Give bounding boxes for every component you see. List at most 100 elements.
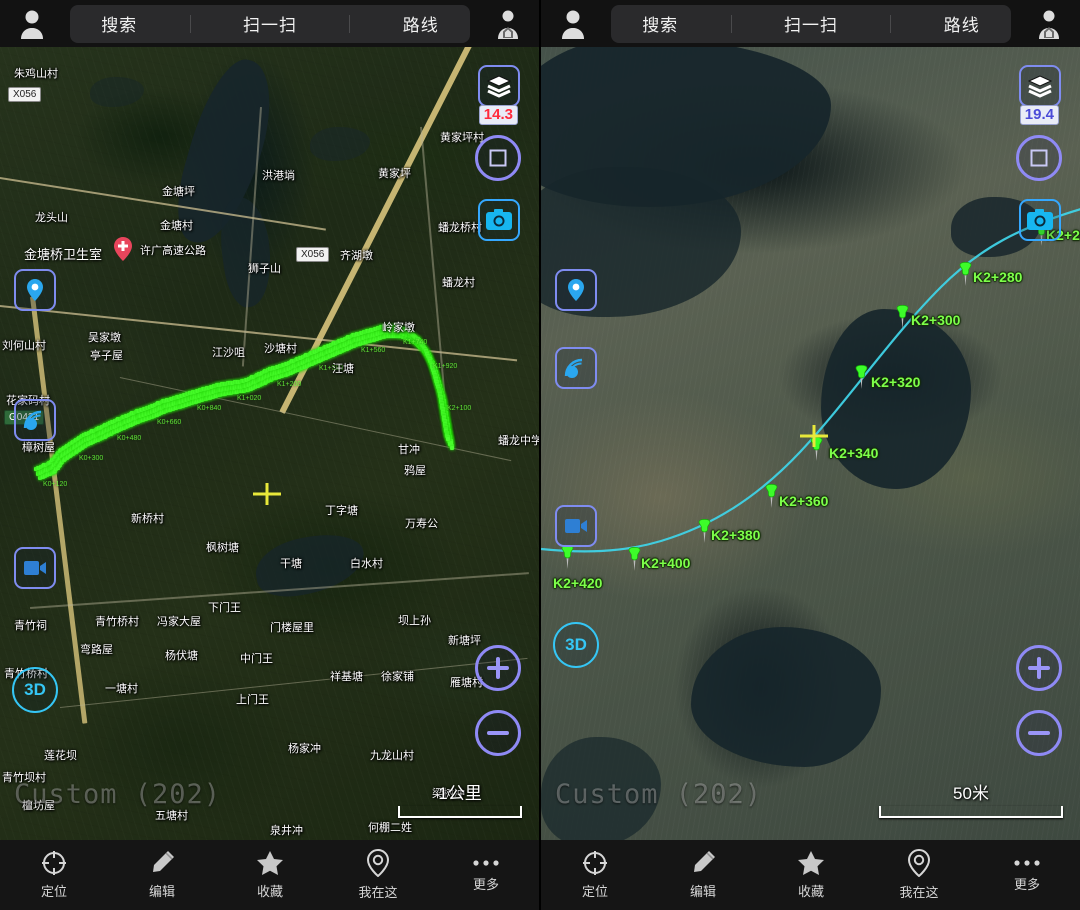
map-label: 沙塘村	[264, 343, 297, 355]
map-texture	[0, 47, 539, 840]
map-label: 青竹祠	[14, 620, 47, 632]
crosshair-icon	[583, 851, 607, 875]
app-root: 搜索 扫一扫 路线 K0+120 K0+300 K0+480 K0+660 K0…	[0, 0, 1080, 910]
bottom-item-more[interactable]: 更多	[432, 840, 539, 910]
scale-bar-line	[398, 806, 522, 818]
camera-icon[interactable]	[478, 199, 520, 241]
bottom-item-here[interactable]: 我在这	[324, 840, 432, 910]
map-label: 龙头山	[35, 212, 68, 224]
map-label: 甘冲	[398, 444, 420, 456]
pin-tool-icon[interactable]	[14, 269, 56, 311]
user-avatar-icon[interactable]	[541, 9, 605, 39]
tab-route[interactable]: 路线	[934, 11, 990, 36]
bottom-item-locate[interactable]: 定位	[0, 840, 108, 910]
hospital-pin-icon[interactable]	[114, 237, 132, 261]
map-label: 新桥村	[131, 513, 164, 525]
map-pin-icon	[908, 849, 930, 877]
camera-icon[interactable]	[1019, 199, 1061, 241]
zoom-out-button[interactable]	[1016, 710, 1062, 756]
sonar-tool-icon[interactable]	[14, 399, 56, 441]
search-pill-right: 搜索 扫一扫 路线	[611, 4, 1011, 43]
ellipsis-icon	[1014, 860, 1040, 866]
water-body	[691, 627, 881, 767]
poi-label: 金塘桥卫生室	[24, 247, 103, 262]
map-panel-left: 搜索 扫一扫 路线 K0+120 K0+300 K0+480 K0+660 K0…	[0, 0, 541, 910]
zoom-in-button[interactable]	[1016, 645, 1062, 691]
route-pin-icon[interactable]	[559, 545, 576, 569]
map-label: 岭家墩	[382, 322, 415, 334]
map-label: 冯家大屋	[157, 616, 201, 628]
home-shield-icon[interactable]	[1017, 9, 1080, 39]
pill-divider	[189, 14, 191, 33]
route-pin-icon[interactable]	[957, 262, 974, 286]
map-pin-icon	[367, 849, 389, 877]
map-label: 蟠龙村	[442, 277, 475, 289]
map-panel-right: 搜索 扫一扫 路线 K2+260K2+280K	[541, 0, 1080, 910]
route-pin-icon[interactable]	[894, 305, 911, 329]
zoom-out-button[interactable]	[475, 710, 521, 756]
bottom-item-favorite[interactable]: 收藏	[216, 840, 324, 910]
route-pin-icon[interactable]	[763, 484, 780, 508]
tab-search[interactable]: 搜索	[91, 11, 147, 36]
star-icon	[798, 851, 824, 875]
pin-tool-icon[interactable]	[555, 269, 597, 311]
map-label: 蟠龙桥村	[438, 222, 482, 234]
map-label: 泉井冲	[270, 825, 303, 837]
map-label: 弯路屋	[80, 644, 113, 656]
bottom-bar-left: 定位 编辑 收藏 我在这 更多	[0, 840, 539, 910]
bottom-label: 更多	[472, 877, 499, 892]
scale-bar-line	[879, 806, 1063, 818]
pill-divider	[349, 14, 351, 33]
zoom-level-badge: 14.3	[478, 105, 518, 125]
three-d-button[interactable]: 3D	[12, 667, 58, 713]
tab-route[interactable]: 路线	[393, 11, 449, 36]
tab-search[interactable]: 搜索	[632, 11, 688, 36]
map-label: 亭子屋	[90, 350, 123, 362]
map-label: 徐家铺	[381, 671, 414, 683]
map-label: 黄家坪	[378, 168, 411, 180]
tab-scan[interactable]: 扫一扫	[774, 11, 848, 36]
video-tool-icon[interactable]	[14, 547, 56, 589]
route-pin-label: K2+280	[973, 269, 1023, 285]
map-canvas-right[interactable]: K2+260K2+280K2+300K2+320K2+340K2+360K2+3…	[541, 47, 1080, 840]
bottom-item-edit[interactable]: 编辑	[108, 840, 216, 910]
scale-label: 1公里	[438, 784, 482, 803]
bottom-label: 编辑	[148, 884, 175, 899]
map-label: 洪港埫	[262, 170, 295, 182]
map-label: 黄家坪村	[440, 132, 484, 144]
map-label: 下门王	[208, 602, 241, 614]
home-shield-icon[interactable]	[476, 9, 539, 39]
route-pin-label: K2+320	[871, 374, 921, 390]
user-avatar-icon[interactable]	[0, 9, 64, 39]
layers-icon[interactable]	[1019, 65, 1061, 107]
tab-scan[interactable]: 扫一扫	[233, 11, 307, 36]
bottom-bar-right: 定位 编辑 收藏 我在这 更多	[541, 840, 1080, 910]
zoom-in-button[interactable]	[475, 645, 521, 691]
frame-icon[interactable]	[475, 135, 521, 181]
map-label: 门楼屋里	[270, 622, 314, 634]
map-label: 杨家冲	[288, 743, 321, 755]
layers-icon[interactable]	[478, 65, 520, 107]
bottom-item-edit[interactable]: 编辑	[649, 840, 757, 910]
top-bar-left: 搜索 扫一扫 路线	[0, 0, 539, 47]
bottom-label: 收藏	[256, 884, 283, 899]
route-pin-icon[interactable]	[853, 365, 870, 389]
pill-divider	[730, 14, 732, 33]
bottom-item-here[interactable]: 我在这	[865, 840, 973, 910]
map-label: 干塘	[280, 558, 302, 570]
zoom-level-badge: 19.4	[1019, 105, 1059, 125]
sonar-tool-icon[interactable]	[555, 347, 597, 389]
map-canvas-left[interactable]: K0+120 K0+300 K0+480 K0+660 K0+840 K1+020 K1+2…	[0, 47, 539, 840]
bottom-item-favorite[interactable]: 收藏	[757, 840, 865, 910]
map-label: 丁字塘	[325, 505, 358, 517]
road-shield: X056	[296, 247, 330, 262]
three-d-button[interactable]: 3D	[553, 622, 599, 668]
bottom-item-more[interactable]: 更多	[973, 840, 1080, 910]
map-label: 樟树屋	[22, 442, 55, 454]
bottom-item-locate[interactable]: 定位	[541, 840, 649, 910]
frame-icon[interactable]	[1016, 135, 1062, 181]
map-label: 莲花坝	[44, 750, 77, 762]
map-label: 九龙山村	[370, 750, 414, 762]
map-label: 江沙咀	[212, 347, 245, 359]
video-tool-icon[interactable]	[555, 505, 597, 547]
